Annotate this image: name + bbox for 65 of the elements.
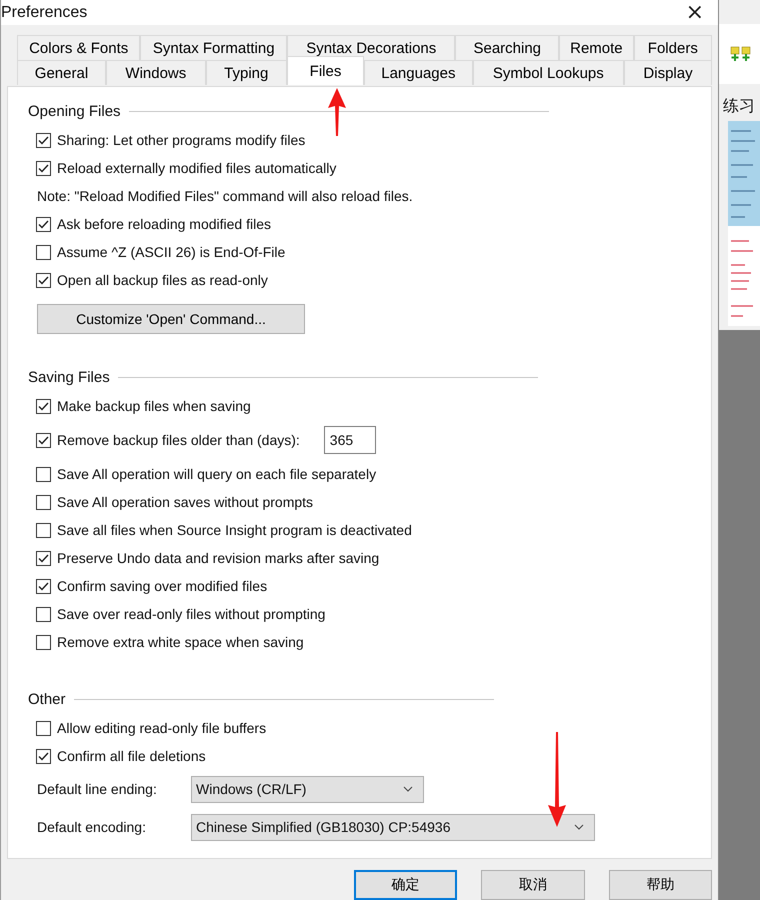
tab[interactable]: Syntax Formatting <box>140 35 288 60</box>
checkbox-label: Confirm saving over modified files <box>57 578 268 594</box>
tab[interactable]: Windows <box>106 60 206 85</box>
chevron-down-icon <box>403 786 413 792</box>
checkbox-label: Reload externally modified files automatically <box>57 160 336 176</box>
note-text: Note: "Reload Modified Files" command will also reload files. <box>37 188 413 204</box>
checkbox-label: Save All operation saves without prompts <box>57 494 314 510</box>
tab[interactable]: Searching <box>455 35 560 60</box>
tab[interactable]: Languages <box>364 60 473 85</box>
tab[interactable]: Colors & Fonts <box>17 35 140 60</box>
dialog-button[interactable]: 取消 <box>481 870 585 900</box>
checkbox[interactable] <box>36 578 51 594</box>
chevron-down-icon <box>574 824 584 830</box>
checkbox-label: Preserve Undo data and revision marks after saving <box>57 550 380 566</box>
section-heading: Opening Files <box>28 102 121 120</box>
plus-icon[interactable] <box>730 46 752 62</box>
tab[interactable]: Syntax Decorations <box>287 35 456 60</box>
checkbox[interactable] <box>36 160 51 176</box>
checkbox[interactable] <box>36 720 51 736</box>
checkbox-label: Save over read-only files without prompting <box>57 606 326 622</box>
checkbox-label: Assume ^Z (ASCII 26) is End-Of-File <box>57 244 286 260</box>
dropdown[interactable]: Windows (CR/LF) <box>191 776 424 802</box>
section-heading: Saving Files <box>28 368 110 386</box>
checkbox[interactable] <box>36 398 51 414</box>
checkbox-label: Open all backup files as read-only <box>57 272 268 288</box>
field-label: Default encoding: <box>37 819 147 835</box>
days-field[interactable]: 365 <box>324 426 376 454</box>
checkbox[interactable] <box>36 550 51 566</box>
checkbox-label: Allow editing read-only file buffers <box>57 720 266 736</box>
dropdown[interactable]: Chinese Simplified (GB18030) CP:54936 <box>191 814 595 840</box>
tab[interactable]: Folders <box>634 35 712 60</box>
tab[interactable]: Display <box>624 60 712 85</box>
checkbox[interactable] <box>36 272 51 288</box>
checkbox[interactable] <box>36 748 51 764</box>
window-title: 练习 <box>723 96 755 117</box>
dialog-button[interactable]: 帮助 <box>608 870 712 900</box>
checkbox[interactable] <box>36 244 51 260</box>
tab[interactable]: Typing <box>206 60 287 85</box>
checkbox[interactable] <box>36 494 51 510</box>
checkbox[interactable] <box>36 522 51 538</box>
close-button[interactable]: × <box>680 0 710 25</box>
customize-button[interactable]: Customize 'Open' Command... <box>37 304 305 334</box>
arrow-annotation <box>327 88 347 136</box>
field-label: Default line ending: <box>37 781 158 797</box>
checkbox[interactable] <box>36 216 51 232</box>
window-title: Preferences <box>1 4 88 22</box>
checkbox[interactable] <box>36 466 51 482</box>
section-heading: Other <box>28 690 66 708</box>
checkbox-label: Remove backup files older than (days): <box>57 432 300 448</box>
tab[interactable]: Remote <box>559 35 634 60</box>
checkbox-label: Save All operation will query on each file separately <box>57 466 376 482</box>
tab[interactable]: Symbol Lookups <box>472 60 624 85</box>
checkbox-label: Sharing: Let other programs modify files <box>57 132 306 148</box>
tab[interactable]: General <box>17 60 106 85</box>
checkbox[interactable] <box>36 606 51 622</box>
dialog-button[interactable]: 确定 <box>354 870 458 900</box>
checkbox-label: Ask before reloading modified files <box>57 216 272 232</box>
tab[interactable]: Files <box>286 56 364 85</box>
checkbox[interactable] <box>36 634 51 650</box>
checkbox[interactable] <box>36 132 51 148</box>
checkbox-label: Save all files when Source Insight program is deactivated <box>57 522 412 538</box>
checkbox-label: Confirm all file deletions <box>57 748 206 764</box>
checkbox-label: Make backup files when saving <box>57 398 251 414</box>
checkbox[interactable] <box>36 432 51 448</box>
checkbox-label: Remove extra white space when saving <box>57 634 304 650</box>
